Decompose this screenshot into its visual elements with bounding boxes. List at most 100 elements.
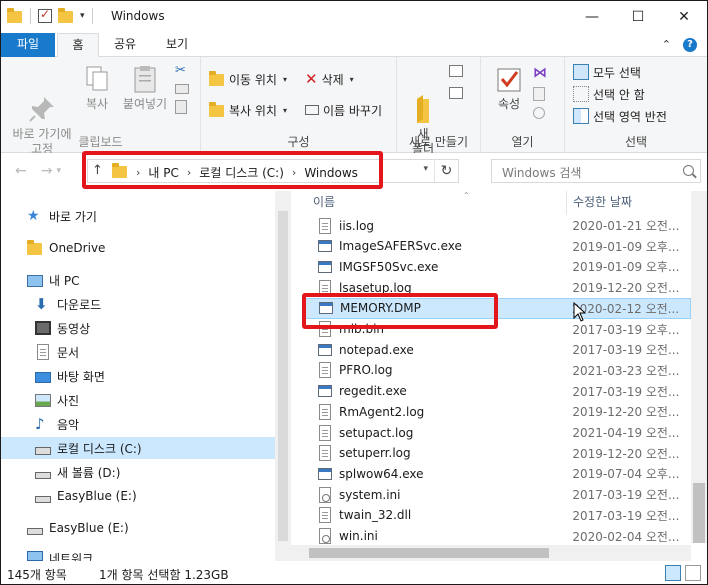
file-date: 2017-03-19 오전... — [572, 508, 680, 523]
column-header-date[interactable]: 수정한 날짜 — [573, 191, 693, 215]
collapse-ribbon-chevron-icon[interactable]: ⌃ — [662, 38, 671, 52]
file-date: 2020-01-21 오전... — [572, 219, 680, 233]
file-row[interactable]: system.ini 2017-03-19 오전... — [305, 484, 691, 505]
paste-button[interactable]: 붙여넣기 — [119, 63, 171, 112]
properties-check-icon[interactable] — [38, 7, 54, 24]
nav-item-label: OneDrive — [49, 241, 106, 255]
delete-button[interactable]: ✕ 삭제 ▾ — [305, 69, 354, 89]
history-icon[interactable] — [533, 107, 545, 119]
select-none-button[interactable]: 선택 안 함 — [573, 84, 645, 104]
file-list-scroll-thumb[interactable] — [693, 483, 705, 543]
folder-icon[interactable] — [7, 8, 23, 24]
forward-arrow-icon[interactable]: → — [41, 163, 53, 179]
nav-item-label: 바탕 화면 — [57, 369, 105, 384]
large-icons-view-button[interactable] — [685, 565, 701, 581]
nav-item-network[interactable]: 네트워크 — [1, 549, 275, 561]
ribbon: 바로 가기에 고정 복사 붙여넣기 ✂ 클립보드 이동 위치 ▾ 복사 위치 ▾… — [1, 57, 707, 156]
file-list-scrollbar[interactable] — [691, 191, 707, 543]
file-row[interactable]: ImageSAFERSvc.exe 2019-01-09 오후... — [305, 236, 691, 257]
new-item-icon[interactable] — [449, 65, 463, 77]
file-row[interactable]: setuperr.log 2019-12-20 오전... — [305, 443, 691, 464]
open-group: 속성 ⋈ 열기 — [481, 57, 565, 153]
tab-home[interactable]: 홈 — [57, 33, 99, 58]
select-none-icon — [573, 86, 589, 102]
tab-file[interactable]: 파일 — [1, 33, 55, 57]
copy-to-label: 복사 위치 — [229, 103, 277, 118]
tab-view[interactable]: 보기 — [157, 33, 197, 57]
file-date: 2019-07-04 오후... — [572, 467, 680, 482]
copy-to-button[interactable]: 복사 위치 ▾ — [209, 100, 287, 120]
move-to-button[interactable]: 이동 위치 ▾ — [209, 69, 287, 89]
search-icon[interactable] — [683, 165, 694, 176]
easy-access-icon[interactable] — [449, 87, 463, 99]
file-date: 2017-03-19 오전... — [572, 384, 680, 399]
file-name: system.ini — [339, 487, 401, 502]
nav-item-this-pc[interactable]: 내 PC — [1, 269, 275, 291]
invert-selection-button[interactable]: 선택 영역 반전 — [573, 106, 667, 126]
file-row[interactable]: notepad.exe 2017-03-19 오전... — [305, 339, 691, 360]
address-history-chevron-icon[interactable]: ▾ — [423, 164, 428, 174]
toolbar-divider — [91, 8, 93, 24]
horizontal-scroll-thumb[interactable] — [309, 548, 549, 558]
close-button[interactable]: ✕ — [661, 1, 707, 33]
file-row[interactable]: setupact.log 2021-04-19 오전... — [305, 422, 691, 443]
file-row[interactable]: splwow64.exe 2019-07-04 오후... — [305, 463, 691, 484]
help-icon[interactable]: ? — [683, 38, 697, 52]
folder-icon — [27, 240, 43, 256]
file-row[interactable]: win.ini 2020-02-04 오전... — [305, 526, 691, 547]
nav-item-videos[interactable]: 동영상 — [1, 317, 275, 339]
file-date: 2020-02-04 오전... — [572, 529, 680, 544]
application-file-icon — [317, 342, 333, 358]
file-row[interactable]: iis.log 2020-01-21 오전... — [305, 215, 691, 236]
select-all-button[interactable]: 모두 선택 — [573, 62, 641, 82]
nav-item-pictures[interactable]: 사진 — [1, 389, 275, 411]
file-name: notepad.exe — [339, 342, 414, 357]
column-header-name[interactable]: 이름 ⌃ — [313, 191, 567, 215]
nav-item-new-volume-d[interactable]: 새 볼륨 (D:) — [1, 461, 275, 483]
copy-path-icon[interactable] — [175, 84, 189, 94]
maximize-button[interactable]: ☐ — [615, 1, 661, 33]
nav-item-documents[interactable]: 문서 — [1, 341, 275, 363]
nav-item-easyblue-e[interactable]: EasyBlue (E:) — [1, 485, 275, 507]
file-row[interactable]: RmAgent2.log 2019-12-20 오전... — [305, 401, 691, 422]
file-date: 2017-03-19 오전... — [572, 488, 680, 503]
paste-shortcut-icon[interactable] — [175, 100, 187, 114]
window-controls: — ☐ ✕ — [569, 1, 707, 33]
back-arrow-icon[interactable]: ← — [15, 163, 27, 179]
open-small-buttons: ⋈ — [533, 65, 547, 119]
visual-studio-icon[interactable]: ⋈ — [533, 65, 547, 81]
refresh-button[interactable]: ↻ — [434, 160, 458, 182]
recent-locations-chevron-icon[interactable]: ▾ — [56, 166, 61, 179]
nav-item-label: 로컬 디스크 (C:) — [57, 441, 142, 456]
details-view-button[interactable] — [665, 565, 681, 581]
toolbar-divider — [30, 8, 31, 24]
properties-button[interactable]: 속성 — [489, 63, 529, 112]
nav-item-desktop[interactable]: 바탕 화면 — [1, 365, 275, 387]
tab-share[interactable]: 공유 — [105, 33, 145, 57]
file-row[interactable]: twain_32.dll 2017-03-19 오전... — [305, 505, 691, 526]
edit-icon[interactable] — [533, 87, 545, 101]
nav-pane-scroll-thumb[interactable] — [278, 211, 288, 541]
customize-toolbar-chevron-icon[interactable]: ▾ — [80, 11, 85, 21]
search-placeholder: Windows 검색 — [502, 166, 582, 180]
nav-item-easyblue-e-root[interactable]: EasyBlue (E:) — [1, 517, 275, 539]
file-name: iis.log — [339, 218, 375, 233]
file-row[interactable]: IMGSF50Svc.exe 2019-01-09 오후... — [305, 256, 691, 277]
rename-button[interactable]: 이름 바꾸기 — [305, 100, 382, 120]
nav-pane-scrollbar[interactable] — [275, 191, 291, 561]
copy-button[interactable]: 복사 — [79, 63, 115, 112]
file-row[interactable]: regedit.exe 2017-03-19 오전... — [305, 381, 691, 402]
file-row[interactable]: PFRO.log 2021-03-23 오전... — [305, 360, 691, 381]
nav-item-quick-access[interactable]: ★ 바로 가기 — [1, 205, 275, 227]
nav-item-music[interactable]: ♪ 음악 — [1, 413, 275, 435]
item-count: 145개 항목 — [7, 568, 67, 582]
cut-icon[interactable]: ✂ — [175, 63, 189, 78]
search-box[interactable]: Windows 검색 — [491, 159, 701, 183]
nav-item-local-disk-c[interactable]: 로컬 디스크 (C:) — [1, 437, 275, 459]
new-folder-icon[interactable] — [58, 8, 74, 24]
nav-item-downloads[interactable]: ⬇ 다운로드 — [1, 293, 275, 315]
minimize-button[interactable]: — — [569, 1, 615, 33]
download-icon: ⬇ — [35, 295, 48, 313]
horizontal-scrollbar[interactable] — [291, 545, 691, 561]
nav-item-onedrive[interactable]: OneDrive — [1, 237, 275, 259]
